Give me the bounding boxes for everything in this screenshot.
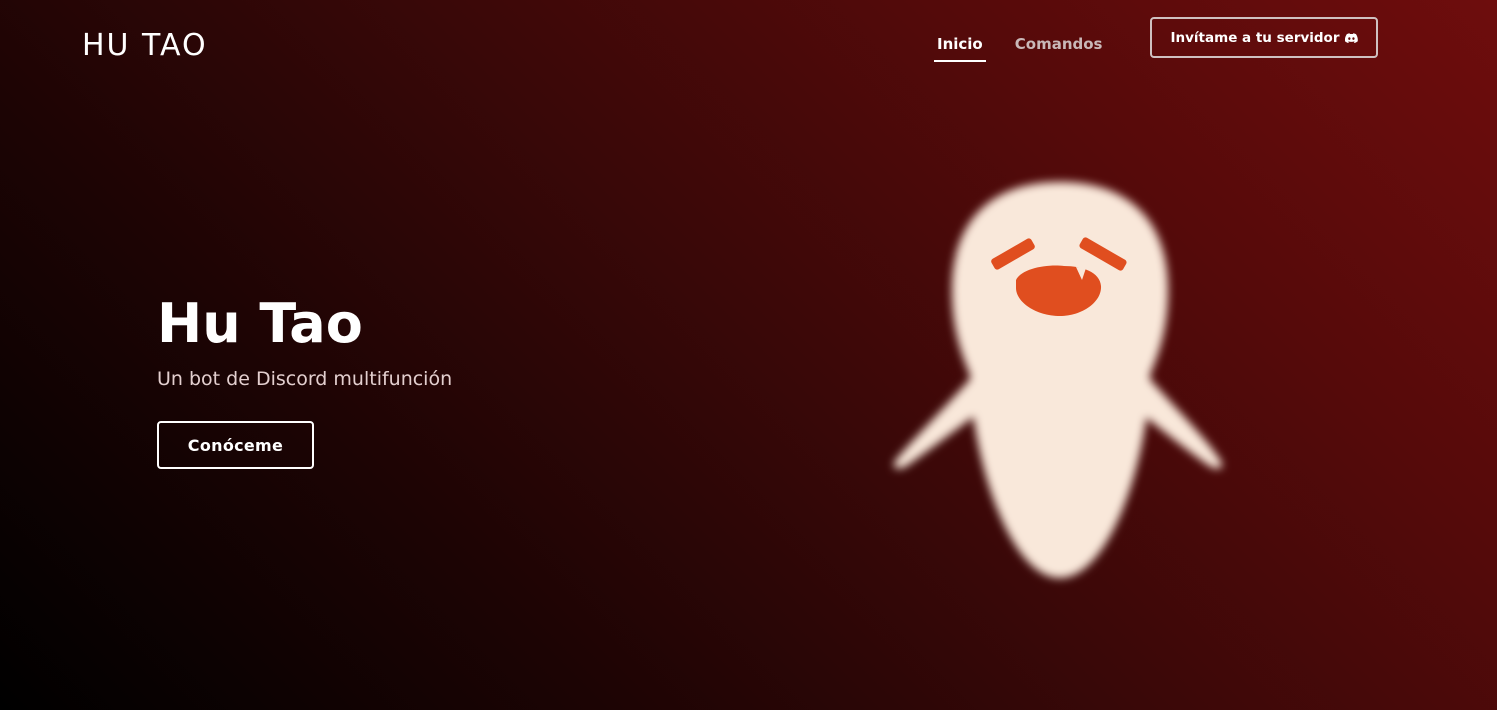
conoceme-button[interactable]: Conóceme [157,421,314,469]
ghost-body [952,182,1168,578]
invite-button-label: Invítame a tu servidor [1170,29,1340,46]
conoceme-button-label: Conóceme [187,435,284,455]
main-nav: Inicio Comandos [934,34,1105,62]
invite-button[interactable]: Invítame a tu servidor [1150,17,1378,58]
hero-subtitle: Un bot de Discord multifunción [157,368,453,390]
discord-icon [1344,32,1358,43]
hero-title: Hu Tao [157,292,363,355]
nav-link-inicio[interactable]: Inicio [934,34,986,62]
brand-logo[interactable]: HU TAO [82,28,208,64]
ghost-illustration [893,182,1223,578]
nav-link-comandos[interactable]: Comandos [1012,34,1106,62]
